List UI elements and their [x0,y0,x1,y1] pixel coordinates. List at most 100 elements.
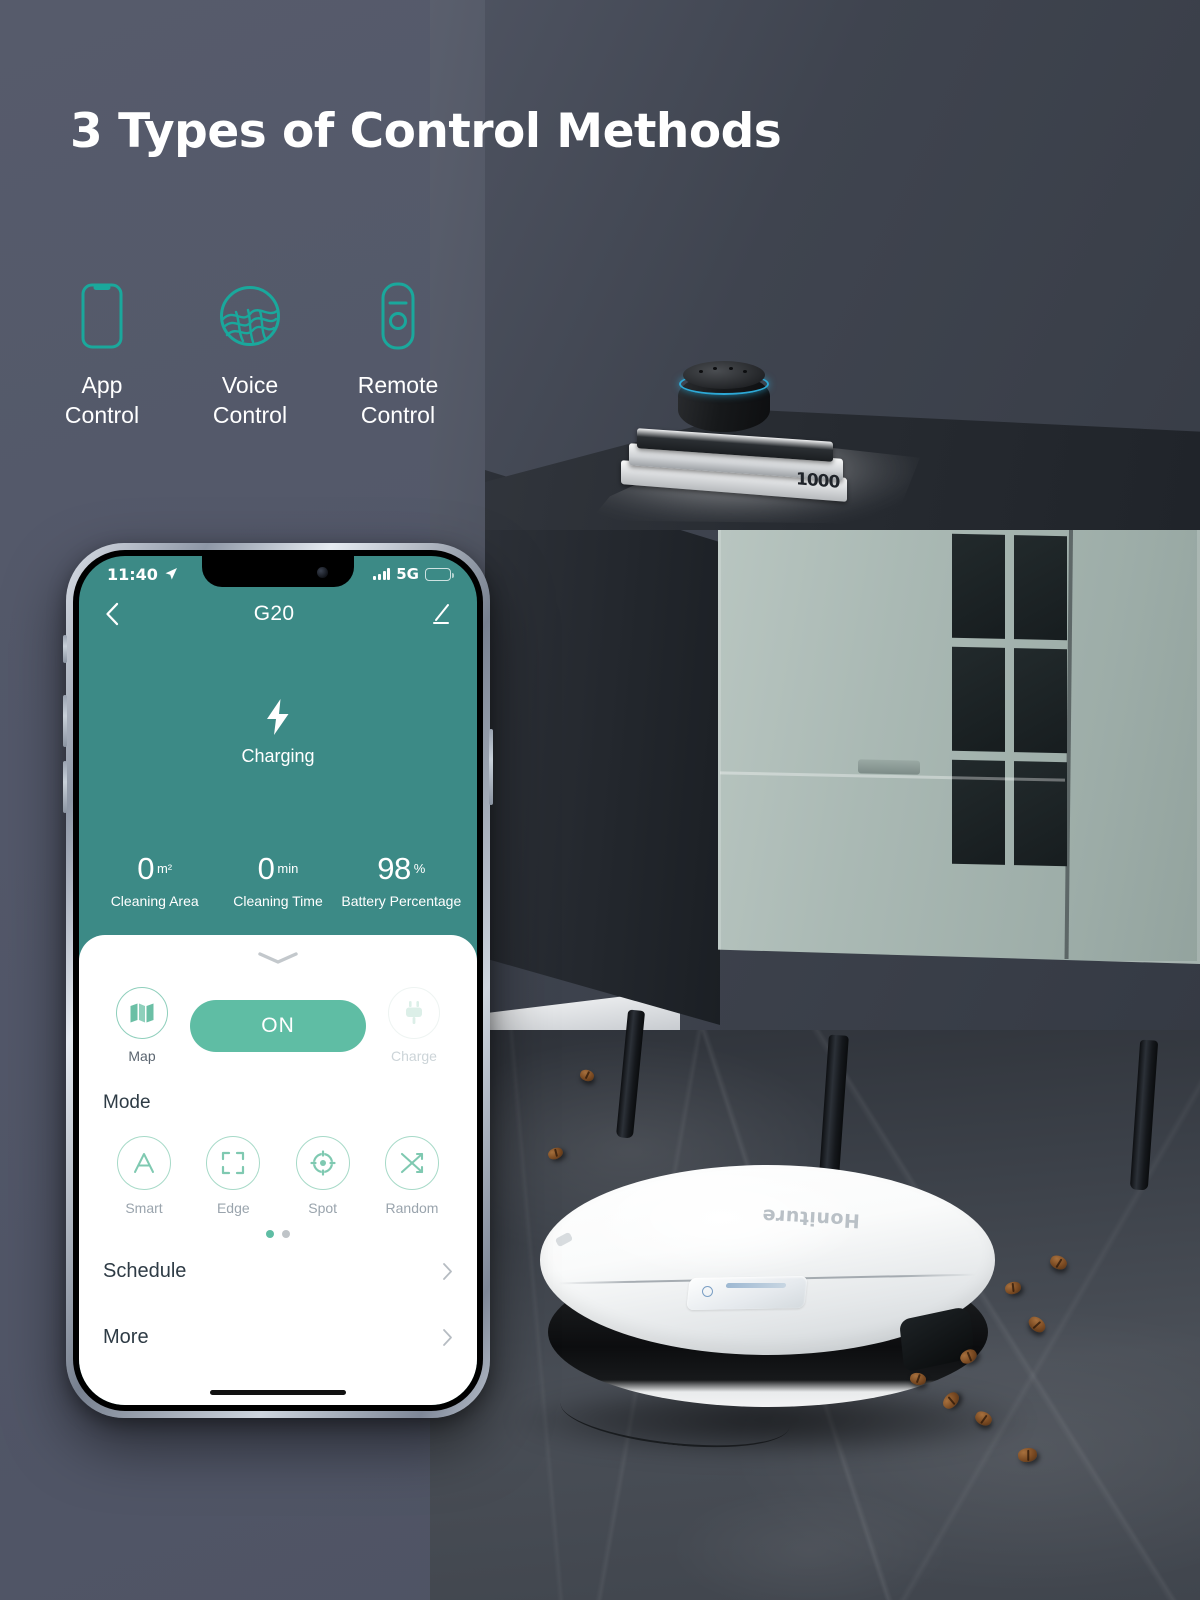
mode-random[interactable]: Random [371,1136,453,1216]
method-label-line1: Voice [221,372,279,398]
lightning-bolt-icon [267,699,289,735]
voice-wave-icon [218,278,282,354]
mode-section-title: Mode [103,1092,151,1113]
method-label-line2: Control [64,402,140,429]
stat-label: Cleaning Area [110,893,199,909]
mode-random-label: Random [385,1200,439,1216]
stat-label: Cleaning Time [233,893,323,909]
signal-bars-icon [373,568,391,580]
control-method-voice-label: Voice Control [213,370,287,431]
page-dots [103,1230,453,1238]
device-status-hero: Charging [79,632,477,767]
remote-icon [380,278,416,354]
smart-speaker-icon [678,360,770,438]
method-label-line2: Control [360,402,436,429]
control-method-app-label: App Control [65,370,139,431]
letter-a-icon [134,1153,154,1173]
mode-smart-circle[interactable] [117,1136,171,1190]
charge-button[interactable]: Charge [375,987,453,1064]
phone-volume-down-button[interactable] [63,761,67,813]
map-button-label: Map [128,1048,156,1064]
stats-row: 0 m² Cleaning Area 0 min Cleaning Time 98% [79,767,477,909]
status-time: 11:40 [107,564,158,584]
method-label-line1: Remote [357,372,439,398]
status-bar: 11:40 5G [79,556,477,588]
edit-pencil-icon[interactable] [429,603,451,625]
map-icon [130,1003,154,1023]
app-screen: 11:40 5G G20 Charging 0 m² Cleaning Area… [79,556,477,1405]
mode-smart-label: Smart [125,1200,163,1216]
mode-edge-circle[interactable] [206,1136,261,1190]
stat-value: 0 [257,851,275,886]
stat-value: 0 [137,851,154,886]
speaker-top-surface [683,361,765,389]
stat-value-wrap: 0 min [216,853,339,884]
robot-panel-indicator [725,1283,787,1288]
stat-cleaning-time: 0 min Cleaning Time [216,853,339,909]
chevron-left-icon[interactable] [105,602,119,626]
sheet-grabber[interactable] [103,951,453,973]
stat-value: 98 [377,851,411,886]
page-title: 3 Types of Control Methods [70,104,782,159]
sideboard-handle [858,759,920,775]
robot-vacuum: Honiture [540,1165,995,1425]
stat-cleaning-area: 0 m² Cleaning Area [93,853,216,909]
stat-value-wrap: 98% [340,853,463,884]
robot-power-icon [702,1286,713,1297]
glass-pane [952,646,1005,752]
list-item-schedule-label: Schedule [103,1260,187,1282]
phone-bezel: 11:40 5G G20 Charging 0 m² Cleaning Area… [73,550,483,1411]
phone-mute-switch[interactable] [63,635,67,663]
network-type-label: 5G [396,565,419,583]
mode-spot-circle[interactable] [295,1136,350,1190]
mode-smart[interactable]: Smart [103,1136,185,1216]
glass-pane [1014,648,1067,754]
mode-spot-label: Spot [308,1200,338,1216]
charging-status-label: Charging [241,746,315,766]
stat-unit: min [277,860,299,876]
map-button-circle[interactable] [116,987,168,1039]
chevron-right-icon [443,1263,452,1280]
power-on-button[interactable]: ON [190,999,366,1052]
page-dot[interactable] [282,1230,290,1238]
control-method-voice: Voice Control [188,278,312,431]
phone-volume-up-button[interactable] [63,695,67,747]
charge-button-circle[interactable] [388,987,440,1039]
control-method-remote: Remote Control [336,278,460,431]
stat-unit: % [413,860,426,876]
mode-random-circle[interactable] [384,1136,439,1190]
list-item-schedule[interactable]: Schedule [103,1238,453,1304]
page-root: 1000 Honiture 3 Types of Control Methods… [0,0,1200,1600]
battery-low-icon [425,567,454,581]
control-sheet: Map ON Charge Mode Smart Edge Spot Rando… [79,935,477,1405]
list-item-more[interactable]: More [103,1304,453,1370]
map-button[interactable]: Map [103,987,181,1064]
chevron-down-icon[interactable] [257,951,299,965]
stat-value-wrap: 0 m² [93,853,216,884]
shuffle-icon [400,1152,424,1174]
app-header: G20 [79,588,477,632]
plug-icon [406,1001,422,1024]
method-label-line1: App [81,372,123,398]
phone-power-button[interactable] [489,729,493,805]
stat-label: Battery Percentage [341,893,462,909]
sideboard-glass-grid [952,533,1067,867]
mode-edge[interactable]: Edge [192,1136,274,1216]
stat-battery-percentage: 98% Battery Percentage [340,853,463,909]
book-spine-number: 1000 [795,469,839,493]
home-indicator[interactable] [210,1390,346,1395]
phone-icon [80,278,124,354]
location-arrow-icon [165,568,177,580]
crosshair-icon [309,1149,336,1177]
room-scene-photo: 1000 Honiture [430,0,1200,1600]
chevron-right-icon [443,1329,452,1346]
quick-actions-row: Map ON Charge [103,973,453,1066]
smartphone-mockup: 11:40 5G G20 Charging 0 m² Cleaning Area… [63,543,493,1418]
brackets-icon [222,1151,245,1175]
mode-list: Smart Edge Spot Random [103,1136,453,1216]
page-dot-active[interactable] [266,1230,274,1238]
glass-pane [952,533,1005,639]
mode-edge-label: Edge [216,1200,250,1216]
device-name-title: G20 [253,602,295,625]
mode-spot[interactable]: Spot [282,1136,364,1216]
